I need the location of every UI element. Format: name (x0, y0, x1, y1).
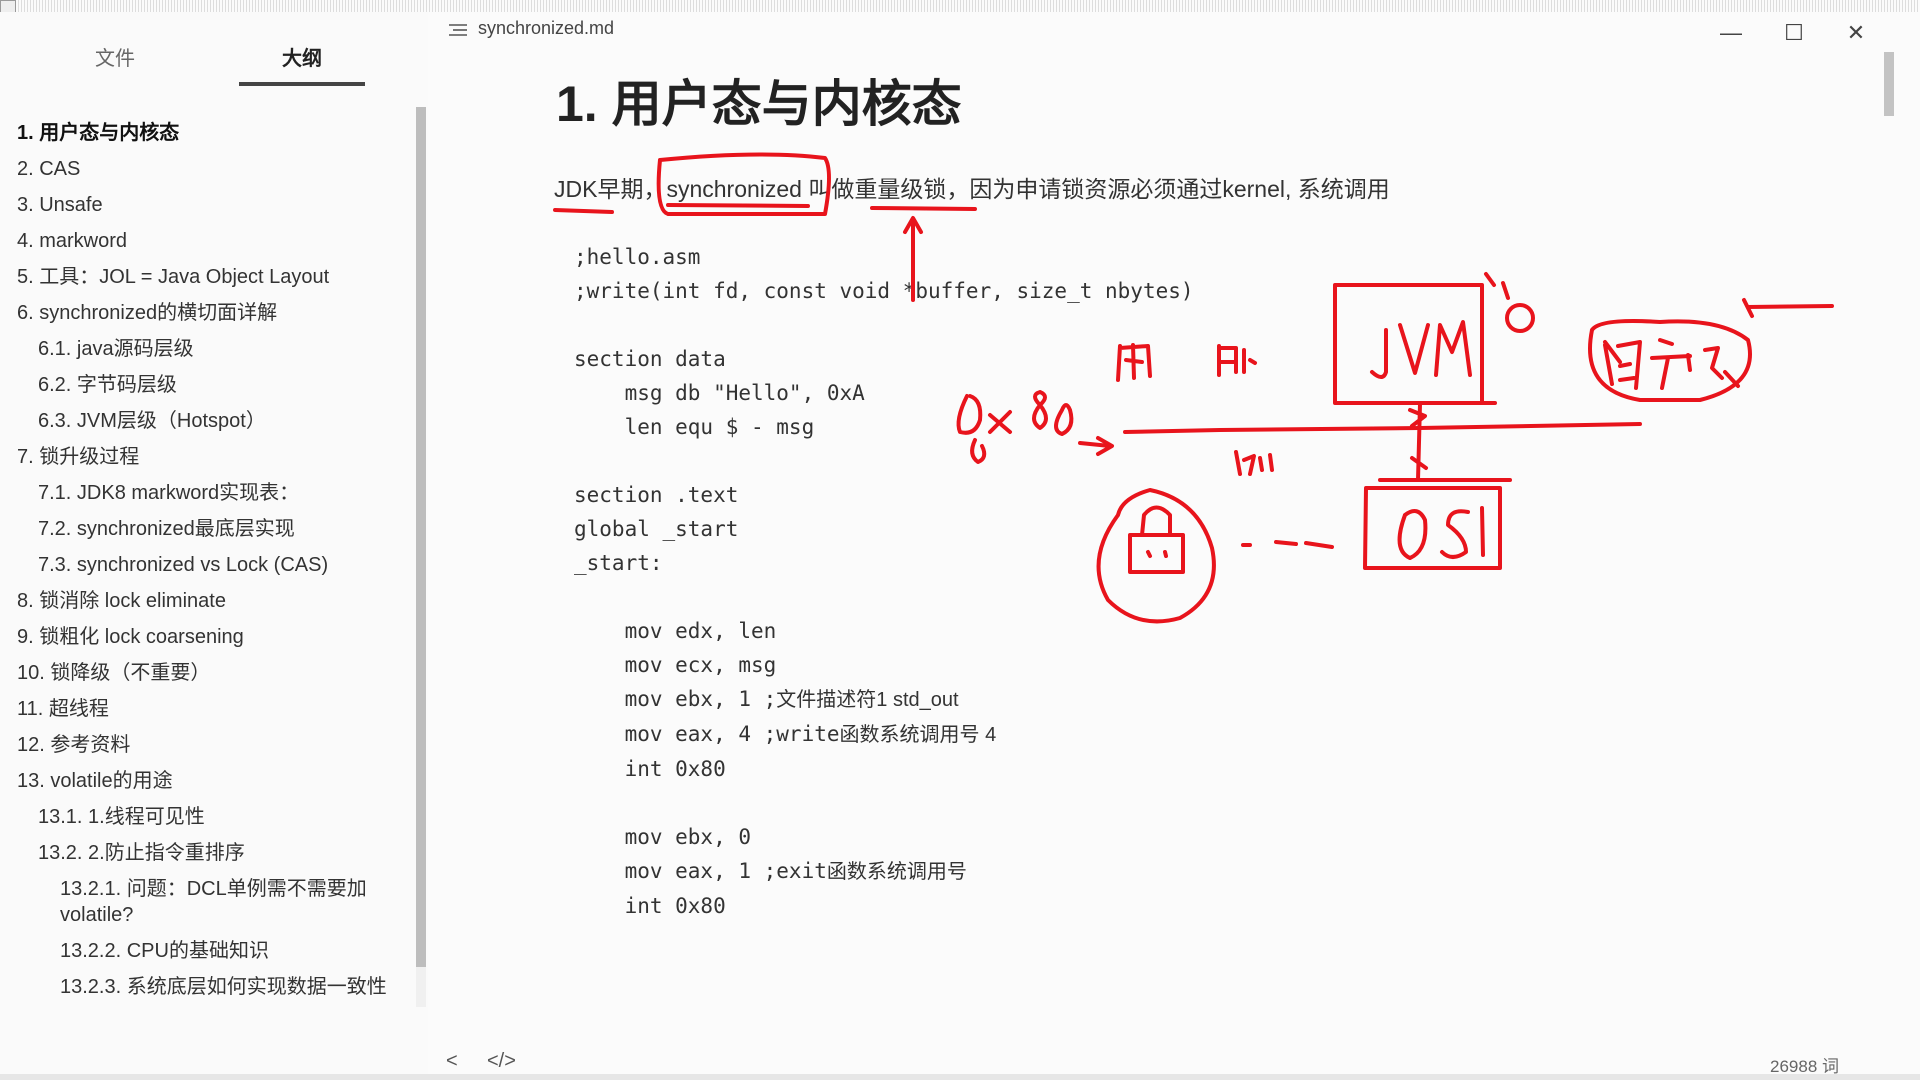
code-text: int 0x80 (574, 757, 726, 781)
outline-item[interactable]: 10. 锁降级（不重要） (0, 655, 410, 691)
outline-item[interactable]: 7.3. synchronized vs Lock (CAS) (0, 547, 410, 583)
code-line: mov eax, 4 ;write函数系统调用号 4 (574, 722, 997, 746)
source-mode-button[interactable]: </> (487, 1050, 516, 1073)
code-text: section .text (574, 483, 739, 507)
outline-item[interactable]: 13.1. 1.线程可见性 (0, 799, 410, 835)
code-line: msg db "Hello", 0xA (574, 381, 865, 405)
code-text: mov edx, len (574, 619, 777, 643)
outline-item[interactable]: 3. Unsafe (0, 187, 410, 223)
tab-outline[interactable]: 大纲 (239, 42, 365, 71)
code-text: ;write(int fd, const void *buffer, size_… (574, 279, 1194, 303)
code-line: int 0x80 (574, 757, 726, 781)
editor-scrollbar-thumb[interactable] (1884, 52, 1894, 116)
sidebar: 文件 大纲 1. 用户态与内核态 2. CAS 3. Unsafe 4. markwo… (0, 12, 428, 1074)
outline-item[interactable]: 1. 用户态与内核态 (0, 115, 410, 151)
code-line: ;write(int fd, const void *buffer, size_… (574, 279, 1194, 303)
outline-item[interactable]: 7.2. synchronized最底层实现 (0, 511, 410, 547)
document-title: synchronized.md (478, 18, 615, 38)
code-text: mov eax, 4 ;write (574, 722, 840, 746)
minimize-button[interactable]: — (1711, 18, 1751, 48)
outline-list: 1. 用户态与内核态 2. CAS 3. Unsafe 4. markword 5. 工… (0, 115, 410, 1005)
code-text: mov eax, 1 ;exit (574, 859, 827, 883)
code-line: section data (574, 347, 726, 371)
next-section-heading: 2. CAS (554, 1044, 715, 1052)
window-top-edge (0, 0, 1920, 12)
code-text: ;hello.asm (574, 245, 701, 269)
outline-item[interactable]: 6.2. 字节码层级 (0, 367, 410, 403)
outline-item[interactable]: 7.1. JDK8 markword实现表： (0, 475, 410, 511)
code-line: mov ebx, 0 (574, 825, 751, 849)
code-line: mov ecx, msg (574, 653, 777, 677)
code-text: int 0x80 (574, 894, 726, 918)
sidebar-tabs: 文件 大纲 (0, 12, 428, 92)
outline-item[interactable]: 12. 参考资料 (0, 727, 410, 763)
close-button[interactable]: ✕ (1836, 18, 1876, 48)
outline-item[interactable]: 11. 超线程 (0, 691, 410, 727)
active-tab-indicator (239, 82, 365, 86)
outline-item[interactable]: 5. 工具：JOL = Java Object Layout (0, 259, 410, 295)
editor-area[interactable]: 1. 用户态与内核态 JDK早期，synchronized 叫做重量级锁，因为申… (428, 52, 1880, 1052)
code-text: section data (574, 347, 726, 371)
outline-item[interactable]: 13.2. 2.防止指令重排序 (0, 835, 410, 871)
outline-item[interactable]: 6. synchronized的横切面详解 (0, 295, 410, 331)
outline-item[interactable]: 2. CAS (0, 151, 410, 187)
code-block[interactable]: ;hello.asm ;write(int fd, const void *bu… (574, 240, 1194, 923)
title-bar: synchronized.md — ☐ ✕ (428, 12, 1920, 52)
outline-item[interactable]: 7. 锁升级过程 (0, 439, 410, 475)
code-line: mov eax, 1 ;exit函数系统调用号 (574, 859, 967, 883)
code-line: _start: (574, 551, 663, 575)
code-line: section .text (574, 483, 738, 507)
code-line: len equ $ - msg (574, 415, 815, 439)
code-text: msg db "Hello", 0xA (574, 381, 865, 405)
outline-item[interactable]: 6.1. java源码层级 (0, 331, 410, 367)
code-comment: 函数系统调用号 4 (839, 724, 997, 746)
code-line: ;hello.asm (574, 245, 700, 269)
paragraph: JDK早期，synchronized 叫做重量级锁，因为申请锁资源必须通过ker… (554, 176, 1390, 202)
menu-icon[interactable] (448, 22, 468, 38)
code-line: global _start (574, 517, 738, 541)
outline-item[interactable]: 13. volatile的用途 (0, 763, 410, 799)
code-text: global _start (574, 517, 739, 541)
outline-item[interactable]: 13.2.1. 问题：DCL单例需不需要加volatile? (0, 871, 390, 933)
code-text: _start: (574, 551, 663, 575)
window-bottom-edge (0, 1074, 1920, 1080)
code-text: mov ebx, 0 (574, 825, 752, 849)
tab-files[interactable]: 文件 (52, 42, 178, 71)
outline-item[interactable]: 13.2.2. CPU的基础知识 (0, 933, 390, 969)
collapse-sidebar-button[interactable]: < (446, 1050, 458, 1073)
maximize-button[interactable]: ☐ (1774, 18, 1814, 48)
outline-item[interactable]: 13.2.3. 系统底层如何实现数据一致性 (0, 969, 390, 1005)
code-text: len equ $ - msg (574, 415, 815, 439)
code-comment: 函数系统调用号 (826, 861, 967, 883)
outline-item[interactable]: 6.3. JVM层级（Hotspot） (0, 403, 410, 439)
code-line: int 0x80 (574, 894, 726, 918)
code-comment: 文件描述符1 std_out (776, 689, 959, 711)
section-heading: 1. 用户态与内核态 (556, 76, 962, 132)
outline-item[interactable]: 9. 锁粗化 lock coarsening (0, 619, 410, 655)
outline-item[interactable]: 8. 锁消除 lock eliminate (0, 583, 410, 619)
sidebar-scrollbar-thumb[interactable] (416, 107, 426, 967)
code-text: mov ebx, 1 ; (574, 687, 777, 711)
code-line: mov ebx, 1 ;文件描述符1 std_out (574, 687, 959, 711)
outline-item[interactable]: 4. markword (0, 223, 410, 259)
code-text: mov ecx, msg (574, 653, 777, 677)
code-line: mov edx, len (574, 619, 777, 643)
